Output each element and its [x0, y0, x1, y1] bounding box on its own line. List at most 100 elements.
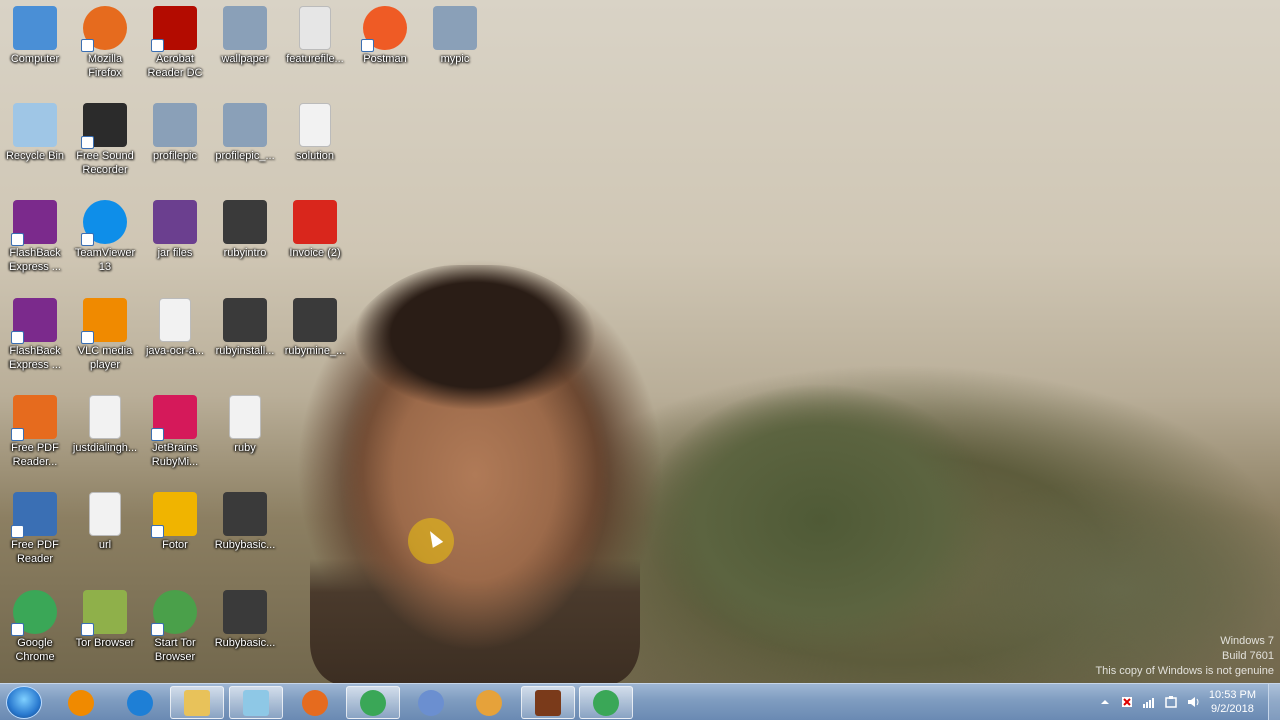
desktop-icon[interactable]: Tor Browser [70, 590, 140, 650]
fotor-icon [151, 492, 197, 538]
desktop-icon[interactable]: justdialingh... [70, 395, 140, 455]
desktop-icon[interactable]: solution [280, 103, 350, 163]
taskbar-button-chrome-2[interactable] [579, 686, 633, 719]
taskbar-button-viewer[interactable] [404, 686, 458, 719]
windows-watermark: Windows 7 Build 7601 This copy of Window… [1095, 634, 1274, 679]
clock-time: 10:53 PM [1208, 689, 1256, 701]
firefox-icon [302, 689, 328, 716]
desktop-icon[interactable]: featurefile... [280, 6, 350, 66]
video-icon [223, 298, 267, 342]
desktop-icon[interactable]: Mozilla Firefox [70, 6, 140, 80]
desktop-icon[interactable]: profilepic [140, 103, 210, 163]
tor-globe-icon [151, 590, 197, 636]
taskbar-button-media-player[interactable] [54, 686, 108, 719]
taskbar-button-internet-explorer[interactable] [113, 686, 167, 719]
shortcut-arrow-icon [11, 525, 24, 538]
desktop-icon[interactable]: Start Tor Browser [140, 590, 210, 664]
taskbar-button-chrome[interactable] [346, 686, 400, 719]
desktop-icon[interactable]: Free PDF Reader [0, 492, 70, 566]
desktop-icon[interactable]: java-ocr-a... [140, 298, 210, 358]
watermark-line-1: Windows 7 [1220, 635, 1274, 647]
acrobat-icon [151, 6, 197, 52]
desktop-icon[interactable]: Free Sound Recorder [70, 103, 140, 177]
shortcut-arrow-icon [81, 136, 94, 149]
taskbar-button-java-ide[interactable] [521, 686, 575, 719]
desktop-icon[interactable]: Postman [350, 6, 420, 66]
desktop-icon[interactable]: Fotor [140, 492, 210, 552]
desktop-icon[interactable]: Invoice (2) [280, 200, 350, 260]
desktop-icon[interactable]: rubymine_... [280, 298, 350, 358]
desktop-icon-label: Recycle Bin [5, 150, 65, 162]
desktop-icon[interactable]: Google Chrome [0, 590, 70, 664]
desktop-icon-label: featurefile... [286, 53, 344, 65]
image-icon [153, 103, 197, 147]
shortcut-arrow-icon [11, 623, 24, 636]
paint-icon [476, 689, 502, 716]
windows-start-icon[interactable] [6, 686, 42, 719]
desktop-icon[interactable]: Recycle Bin [0, 103, 70, 163]
desktop-icon[interactable]: wallpaper [210, 6, 280, 66]
power-icon[interactable] [1164, 695, 1178, 709]
desktop-icon[interactable]: Computer [0, 6, 70, 66]
desktop-icon-label: Tor Browser [75, 637, 135, 649]
desktop-icon[interactable]: url [70, 492, 140, 552]
recycle-bin-icon [13, 103, 57, 147]
show-desktop-button[interactable] [1268, 684, 1280, 720]
desktop-icon-label: VLC media player [77, 345, 133, 371]
desktop-icon[interactable]: FlashBack Express ... [0, 298, 70, 372]
show-hidden-icons-icon[interactable] [1098, 695, 1112, 709]
desktop-icon[interactable]: Rubybasic... [210, 590, 280, 650]
volume-icon[interactable] [1186, 695, 1200, 709]
internet-explorer-icon [127, 689, 153, 716]
rubymine-icon [151, 395, 197, 441]
shortcut-arrow-icon [81, 331, 94, 344]
desktop-icon[interactable]: ruby [210, 395, 280, 455]
taskbar: 10:53 PM 9/2/2018 [0, 683, 1280, 720]
taskbar-button-paint[interactable] [462, 686, 516, 719]
java-ide-icon [535, 689, 561, 716]
flashback-icon [11, 298, 57, 344]
document-icon [89, 492, 121, 536]
chrome-icon [11, 590, 57, 636]
taskbar-button-notepad[interactable] [229, 686, 283, 719]
desktop-icon-label: url [98, 539, 112, 551]
desktop-icon[interactable]: mypic [420, 6, 490, 66]
desktop-icon-label: FlashBack Express ... [9, 345, 61, 371]
desktop-icon-label: justdialingh... [72, 442, 138, 454]
teamviewer-icon [81, 200, 127, 246]
firefox-icon [81, 6, 127, 52]
desktop-icon[interactable]: jar files [140, 200, 210, 260]
pdf-reader-icon [11, 492, 57, 538]
shortcut-arrow-icon [151, 39, 164, 52]
image-icon [223, 6, 267, 50]
desktop-icon[interactable]: Rubybasic... [210, 492, 280, 552]
shortcut-arrow-icon [361, 39, 374, 52]
taskbar-button-firefox[interactable] [288, 686, 342, 719]
desktop-icon[interactable]: Free PDF Reader... [0, 395, 70, 469]
desktop-icon-label: Start Tor Browser [154, 637, 196, 663]
desktop-icon-label: rubymine_... [284, 345, 346, 357]
desktop-icon-label: Rubybasic... [214, 539, 276, 551]
desktop-icon-label: Computer [10, 53, 60, 65]
desktop-icon[interactable]: TeamViewer 13 [70, 200, 140, 274]
watermark-line-2: Build 7601 [1222, 650, 1274, 662]
desktop-icon[interactable]: rubyinstall... [210, 298, 280, 358]
desktop-icon[interactable]: profilepic_... [210, 103, 280, 163]
clock-date: 9/2/2018 [1211, 703, 1254, 715]
taskbar-button-file-explorer[interactable] [170, 686, 224, 719]
shortcut-arrow-icon [81, 233, 94, 246]
desktop-icon[interactable]: FlashBack Express ... [0, 200, 70, 274]
action-center-icon[interactable] [1120, 695, 1134, 709]
desktop-icon-label: Invoice (2) [289, 247, 341, 259]
winrar-icon [153, 200, 197, 244]
desktop-icon-label: jar files [157, 247, 193, 259]
desktop-icon[interactable]: VLC media player [70, 298, 140, 372]
network-icon[interactable] [1142, 695, 1156, 709]
shortcut-arrow-icon [151, 428, 164, 441]
document-icon [229, 395, 261, 439]
desktop-icon[interactable]: JetBrains RubyMi... [140, 395, 210, 469]
system-clock[interactable]: 10:53 PM 9/2/2018 [1209, 688, 1256, 716]
desktop-icon[interactable]: Acrobat Reader DC [140, 6, 210, 80]
desktop-icon-label: JetBrains RubyMi... [151, 442, 199, 468]
desktop-icon[interactable]: rubyintro [210, 200, 280, 260]
